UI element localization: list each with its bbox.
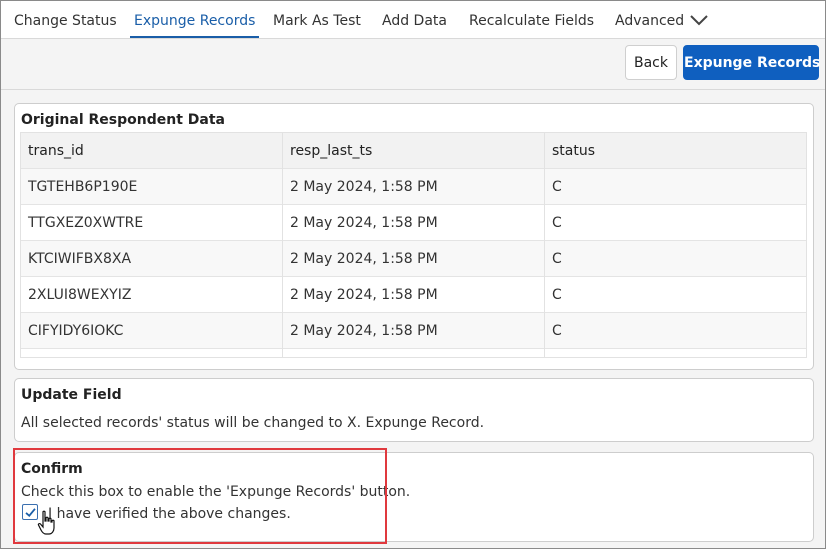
table-cell: 2 May 2024, 1:58 PM: [283, 241, 545, 277]
column-header[interactable]: status: [545, 133, 806, 169]
table-cell: 2 May 2024, 1:58 PM: [283, 313, 545, 349]
table-cell: C: [552, 215, 562, 231]
expunge-records-button[interactable]: Expunge Records: [683, 45, 820, 80]
table-row[interactable]: [21, 349, 806, 357]
tab-recalculate-fields[interactable]: Recalculate Fields: [469, 1, 594, 38]
table-cell: C: [552, 323, 562, 339]
table-row[interactable]: KTCIWIFBX8XA 2 May 2024, 1:58 PM C: [21, 241, 806, 277]
confirm-panel: Confirm Check this box to enable the 'Ex…: [14, 452, 814, 542]
header-divider: [1, 89, 825, 90]
tab-add-data[interactable]: Add Data: [382, 1, 447, 38]
table-row[interactable]: 2XLUI8WEXYIZ 2 May 2024, 1:58 PM C: [21, 277, 806, 313]
verify-checkbox[interactable]: [22, 504, 38, 520]
table-cell: CIFYIDY6IOKC: [21, 313, 283, 349]
original-data-title: Original Respondent Data: [21, 112, 225, 128]
update-field-panel: Update Field All selected records' statu…: [14, 378, 814, 442]
confirm-instruction: Check this box to enable the 'Expunge Re…: [21, 484, 411, 500]
table-cell: C: [552, 251, 562, 267]
table-cell: C: [552, 179, 562, 195]
checkmark-icon: [24, 507, 36, 517]
table-cell: TTGXEZ0XWTRE: [21, 205, 283, 241]
verify-checkbox-label[interactable]: I have verified the above changes.: [48, 506, 291, 522]
chevron-down-icon[interactable]: [689, 12, 709, 28]
column-header[interactable]: trans_id: [21, 133, 283, 169]
table-row[interactable]: CIFYIDY6IOKC 2 May 2024, 1:58 PM C: [21, 313, 806, 349]
table-row[interactable]: TTGXEZ0XWTRE 2 May 2024, 1:58 PM C: [21, 205, 806, 241]
table-cell: 2 May 2024, 1:58 PM: [283, 169, 545, 205]
table-row[interactable]: TGTEHB6P190E 2 May 2024, 1:58 PM C: [21, 169, 806, 205]
tab-change-status[interactable]: Change Status: [14, 1, 117, 38]
original-data-panel: Original Respondent Data trans_id resp_l…: [14, 103, 814, 370]
hand-cursor-icon: [37, 510, 55, 535]
tab-mark-as-test[interactable]: Mark As Test: [273, 1, 361, 38]
column-header[interactable]: resp_last_ts: [283, 133, 545, 169]
update-field-text: All selected records' status will be cha…: [21, 415, 485, 431]
expunge-dialog: Change Status Expunge Records Mark As Te…: [0, 0, 826, 549]
table-cell: [283, 349, 545, 357]
respondent-table[interactable]: trans_id resp_last_ts status TGTEHB6P190…: [20, 132, 807, 358]
table-cell: [21, 349, 283, 357]
back-button[interactable]: Back: [625, 45, 677, 80]
table-cell: 2 May 2024, 1:58 PM: [283, 277, 545, 313]
tab-advanced[interactable]: Advanced: [615, 1, 684, 38]
update-field-title: Update Field: [21, 387, 122, 403]
table-cell: 2XLUI8WEXYIZ: [21, 277, 283, 313]
table-cell: KTCIWIFBX8XA: [21, 241, 283, 277]
table-cell: [545, 349, 806, 357]
tab-expunge-records[interactable]: Expunge Records: [129, 1, 260, 38]
confirm-title: Confirm: [21, 461, 83, 477]
tab-bar: Change Status Expunge Records Mark As Te…: [1, 1, 825, 39]
table-cell: 2 May 2024, 1:58 PM: [283, 205, 545, 241]
table-cell: C: [552, 287, 562, 303]
table-header-row: trans_id resp_last_ts status: [21, 133, 806, 169]
table-cell: TGTEHB6P190E: [21, 169, 283, 205]
